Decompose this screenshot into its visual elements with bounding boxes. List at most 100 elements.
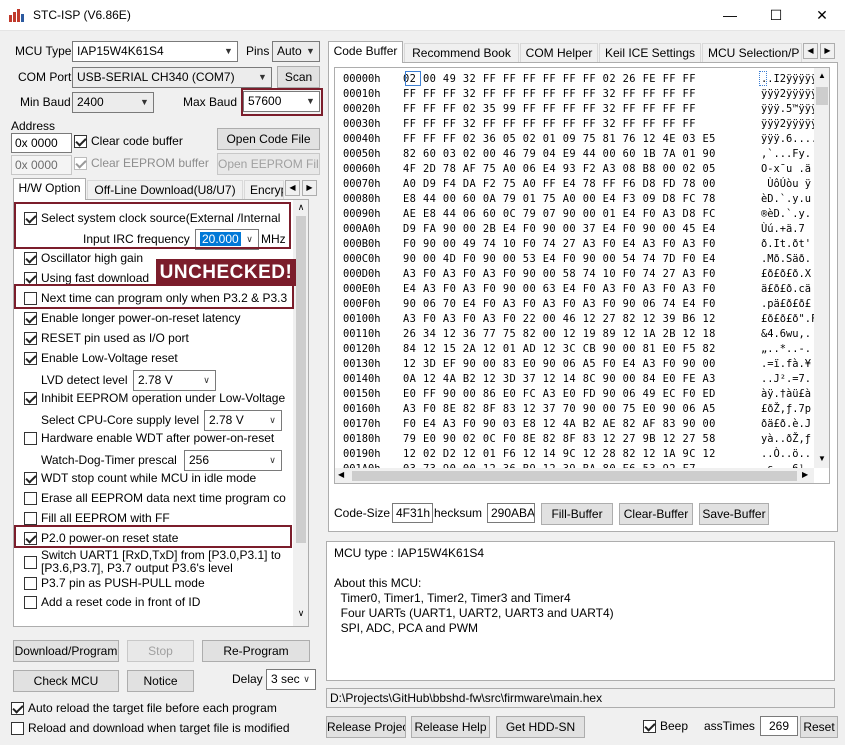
- clear-code-buffer-checkbox[interactable]: Clear code buffer: [74, 133, 214, 149]
- hex-row-bytes[interactable]: 4F 2D 78 AF 75 A0 06 E4 93 F2 A3 08 B8 0…: [403, 162, 761, 177]
- hex-row-ascii[interactable]: ,`...Fy.: [761, 147, 811, 162]
- hex-row-ascii[interactable]: ..I2ÿÿÿÿÿ: [761, 72, 817, 87]
- hex-row-bytes[interactable]: A0 D9 F4 DA F2 75 A0 FF E4 78 FF F6 D8 F…: [403, 177, 761, 192]
- open-code-file-button[interactable]: Open Code File: [217, 128, 320, 150]
- hex-row-ascii[interactable]: „..*..-.: [761, 342, 811, 357]
- hex-vertical-scrollbar[interactable]: ▲ ▼: [814, 68, 829, 468]
- hex-row-bytes[interactable]: A3 F0 A3 F0 A3 F0 90 00 58 74 10 F0 74 2…: [403, 267, 761, 282]
- clear-eeprom-buffer-checkbox[interactable]: Clear EEPROM buffer: [74, 155, 214, 171]
- fill-eeprom-checkbox[interactable]: Fill all EEPROM with FF: [24, 510, 300, 526]
- right-tab-scroll-right-icon[interactable]: ▶: [820, 43, 835, 59]
- hex-row-bytes[interactable]: 79 E0 90 02 0C F0 8E 82 8F 83 12 27 9B 1…: [403, 432, 761, 447]
- scan-button[interactable]: Scan: [277, 66, 320, 88]
- hex-row-bytes[interactable]: FF FF FF 32 FF FF FF FF FF FF 32 FF FF F…: [403, 87, 761, 102]
- scroll-up-icon[interactable]: ▲: [814, 71, 829, 80]
- hex-row-ascii[interactable]: ..Ò..ö..: [761, 447, 811, 462]
- fill-buffer-button[interactable]: Fill-Buffer: [541, 503, 613, 525]
- wdt-prescal-select[interactable]: 256 ∨: [184, 450, 282, 471]
- hex-row-bytes[interactable]: 84 12 15 2A 12 01 AD 12 3C CB 90 00 81 E…: [403, 342, 761, 357]
- hex-row-bytes[interactable]: 0A 12 4A B2 12 3D 37 12 14 8C 90 00 84 E…: [403, 372, 761, 387]
- hex-row-ascii[interactable]: ÿÿÿ.6....: [761, 132, 817, 147]
- hex-row-ascii[interactable]: ..J².=7.: [761, 372, 811, 387]
- scroll-left-icon[interactable]: ◀: [338, 470, 344, 479]
- scroll-down-icon[interactable]: ▼: [814, 454, 829, 463]
- hex-row-ascii[interactable]: ÿÿÿ.5™ÿÿÿ: [761, 102, 817, 117]
- wdt-stop-idle-checkbox[interactable]: WDT stop count while MCU in idle mode: [24, 470, 300, 486]
- release-project-button[interactable]: Release Project: [326, 716, 406, 738]
- hex-row-ascii[interactable]: .Mð.Säð.: [761, 252, 811, 267]
- hex-row-ascii[interactable]: &4.6wu,.: [761, 327, 811, 342]
- save-buffer-button[interactable]: Save-Buffer: [699, 503, 769, 525]
- get-hdd-sn-button[interactable]: Get HDD-SN: [496, 716, 585, 738]
- reset-count-button[interactable]: Reset: [800, 716, 838, 738]
- tab-scroll-right-icon[interactable]: ▶: [302, 180, 317, 196]
- low-voltage-reset-checkbox[interactable]: Enable Low-Voltage reset: [24, 350, 294, 366]
- release-help-button[interactable]: Release Help: [411, 716, 490, 738]
- pins-select[interactable]: Auto ▼: [272, 41, 320, 62]
- com-port-select[interactable]: USB-SERIAL CH340 (COM7) ▼: [72, 67, 272, 88]
- tab-com-helper[interactable]: COM Helper: [520, 43, 598, 63]
- tab-scroll-left-icon[interactable]: ◀: [285, 180, 300, 196]
- open-eeprom-file-button[interactable]: Open EEPROM File: [217, 153, 320, 175]
- right-tab-scroll-left-icon[interactable]: ◀: [803, 43, 818, 59]
- switch-uart1-checkbox[interactable]: Switch UART1 [RxD,TxD] from [P3.0,P3.1] …: [24, 548, 300, 576]
- scrollbar-thumb[interactable]: [352, 471, 797, 481]
- maximize-button[interactable]: ☐: [753, 0, 799, 31]
- hex-row-ascii[interactable]: O-x¯u .ä: [761, 162, 811, 177]
- hex-row-ascii[interactable]: ä£ð£ð.cä: [761, 282, 811, 297]
- close-button[interactable]: ✕: [799, 0, 845, 31]
- mcu-type-select[interactable]: IAP15W4K61S4 ▼: [72, 41, 238, 62]
- hex-row-bytes[interactable]: 12 3D EF 90 00 83 E0 90 06 A5 F0 E4 A3 F…: [403, 357, 761, 372]
- hex-row-ascii[interactable]: .pä£ð£ð£: [761, 297, 811, 312]
- core-supply-select[interactable]: 2.78 V ∨: [204, 410, 282, 431]
- hex-row-bytes[interactable]: 12 02 D2 12 01 F6 12 14 9C 12 28 82 12 1…: [403, 447, 761, 462]
- hex-row-bytes[interactable]: E0 FF 90 00 86 E0 FC A3 E0 FD 90 06 49 E…: [403, 387, 761, 402]
- hex-row-ascii[interactable]: £ðŽ‚ƒ.7p: [761, 402, 811, 417]
- code-address-input[interactable]: 0x 0000: [11, 133, 72, 153]
- reprogram-button[interactable]: Re-Program: [202, 640, 310, 662]
- hex-editor[interactable]: 00000h 02 00 49 32 FF FF FF FF FF FF 02 2…: [334, 67, 830, 484]
- hex-row-ascii[interactable]: £ð£ð£ð.X: [761, 267, 811, 282]
- hex-row-bytes[interactable]: D9 FA 90 00 2B E4 F0 90 00 37 E4 F0 90 0…: [403, 222, 761, 237]
- hw-enable-wdt-checkbox[interactable]: Hardware enable WDT after power-on-reset: [24, 430, 300, 446]
- hex-row-bytes[interactable]: A3 F0 A3 F0 A3 F0 22 00 46 12 27 82 12 3…: [403, 312, 761, 327]
- tab-recommend-book[interactable]: Recommend Book: [404, 43, 519, 63]
- stop-button[interactable]: Stop: [127, 640, 194, 662]
- tab-code-buffer[interactable]: Code Buffer: [328, 41, 403, 63]
- longer-por-checkbox[interactable]: Enable longer power-on-reset latency: [24, 310, 294, 326]
- auto-reload-checkbox[interactable]: Auto reload the target file before each …: [11, 700, 311, 716]
- hex-row-ascii[interactable]: £ð£ð£ð".F: [761, 312, 817, 327]
- hex-row-bytes[interactable]: F0 E4 A3 F0 90 03 E8 12 4A B2 AE 82 AF 8…: [403, 417, 761, 432]
- hex-row-ascii[interactable]: ÿÿÿ2ÿÿÿÿÿ: [761, 117, 817, 132]
- hex-row-ascii[interactable]: ðä£ð.è.J: [761, 417, 811, 432]
- p37-pushpull-checkbox[interactable]: P3.7 pin as PUSH-PULL mode: [24, 575, 300, 591]
- scrollbar-thumb[interactable]: [296, 216, 306, 543]
- minimize-button[interactable]: —: [707, 0, 753, 31]
- hex-row-bytes[interactable]: F0 90 00 49 74 10 F0 74 27 A3 F0 E4 A3 F…: [403, 237, 761, 252]
- lvd-level-select[interactable]: 2.78 V ∨: [133, 370, 216, 391]
- min-baud-select[interactable]: 2400 ▼: [72, 92, 154, 113]
- tab-mcu-selection[interactable]: MCU Selection/P: [702, 43, 802, 63]
- hex-row-ascii[interactable]: ®èD.`.y.: [761, 207, 811, 222]
- file-path-field[interactable]: D:\Projects\GitHub\bbshd-fw\src\firmware…: [326, 688, 835, 708]
- hex-row-bytes[interactable]: FF FF FF 02 36 05 02 01 09 75 81 76 12 4…: [403, 132, 761, 147]
- hex-row-bytes[interactable]: E4 A3 F0 A3 F0 90 00 63 E4 F0 A3 F0 A3 F…: [403, 282, 761, 297]
- hex-row-bytes[interactable]: 26 34 12 36 77 75 82 00 12 19 89 12 1A 2…: [403, 327, 761, 342]
- beep-checkbox[interactable]: Beep: [643, 718, 699, 734]
- hex-row-bytes[interactable]: 82 60 03 02 00 46 79 04 E9 44 00 60 1B 7…: [403, 147, 761, 162]
- hex-row-ascii[interactable]: ÙôÚòu ÿ: [761, 177, 811, 192]
- hex-row-ascii[interactable]: .=ï.fà.¥: [761, 357, 811, 372]
- erase-eeprom-checkbox[interactable]: Erase all EEPROM data next time program …: [24, 490, 300, 506]
- reload-modified-checkbox[interactable]: Reload and download when target file is …: [11, 720, 321, 736]
- hex-row-ascii[interactable]: èD.`.y.u: [761, 192, 811, 207]
- eeprom-address-input[interactable]: 0x 0000: [11, 155, 72, 175]
- tab-keil-ice-settings[interactable]: Keil ICE Settings: [599, 43, 701, 63]
- hex-row-bytes[interactable]: AE E8 44 06 60 0C 79 07 90 00 01 E4 F0 A…: [403, 207, 761, 222]
- reset-pin-io-checkbox[interactable]: RESET pin used as I/O port: [24, 330, 294, 346]
- inhibit-eeprom-checkbox[interactable]: Inhibit EEPROM operation under Low-Volta…: [24, 390, 300, 406]
- add-reset-code-checkbox[interactable]: Add a reset code in front of ID: [24, 594, 300, 610]
- hex-row-bytes[interactable]: A3 F0 8E 82 8F 83 12 37 70 90 00 75 E0 9…: [403, 402, 761, 417]
- hex-row-bytes[interactable]: FF FF FF 02 35 99 FF FF FF FF 32 FF FF F…: [403, 102, 761, 117]
- hex-row-bytes[interactable]: E8 44 00 60 0A 79 01 75 A0 00 E4 F3 09 D…: [403, 192, 761, 207]
- tab-hw-option[interactable]: H/W Option: [13, 178, 86, 200]
